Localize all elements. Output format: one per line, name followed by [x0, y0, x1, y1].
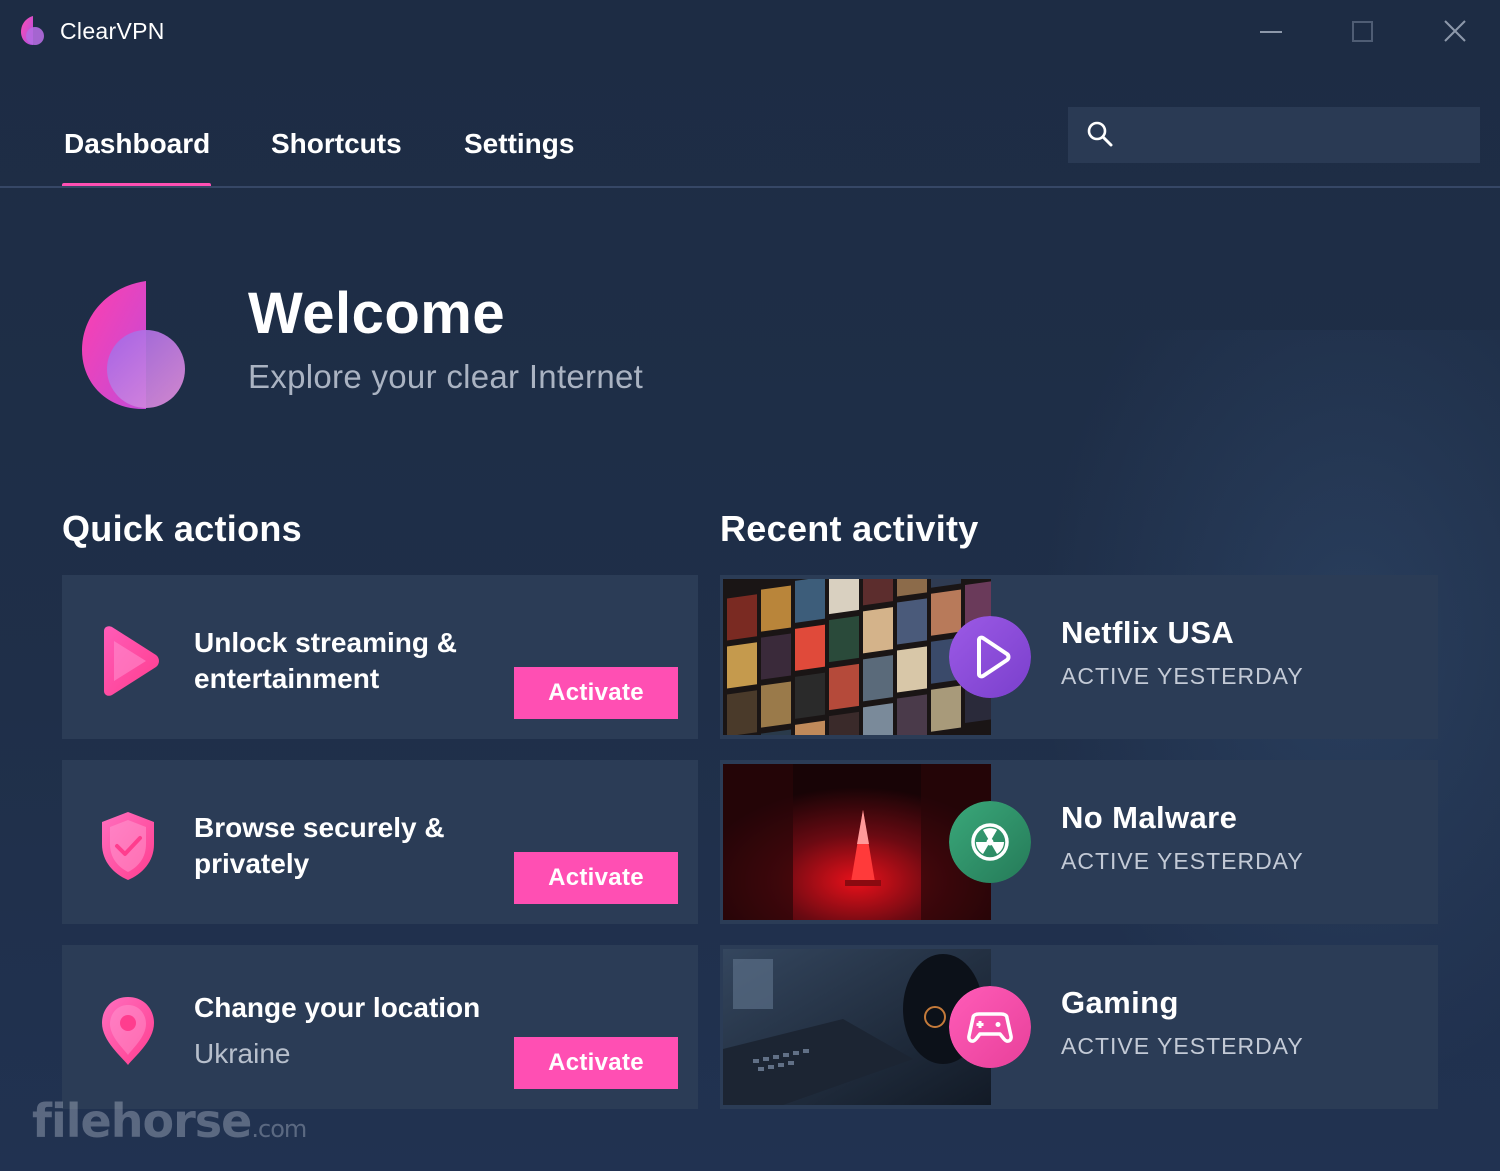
title-bar: ClearVPN [0, 0, 1500, 64]
watermark-text: filehorse [32, 1094, 252, 1148]
recent-activity-gaming[interactable]: Gaming ACTIVE YESTERDAY [720, 945, 1438, 1109]
filehorse-watermark: filehorse.com [32, 1094, 307, 1148]
quick-action-label: Unlock streaming & entertainment [194, 627, 457, 694]
play-icon [104, 626, 159, 696]
activate-streaming-button[interactable]: Activate [514, 667, 678, 719]
recent-activity-netflix[interactable]: Netflix USA ACTIVE YESTERDAY [720, 575, 1438, 739]
recent-activity-heading: Recent activity [720, 508, 979, 549]
location-pin-icon [102, 997, 154, 1065]
minimize-icon [1260, 31, 1282, 33]
activity-name: No Malware [1061, 800, 1238, 835]
nav-divider [0, 186, 1500, 188]
watermark-suffix: .com [251, 1115, 307, 1143]
close-icon [1444, 20, 1466, 42]
quick-actions-heading: Quick actions [62, 508, 302, 549]
welcome-title: Welcome [248, 281, 506, 346]
quick-action-label: Change your location [194, 992, 481, 1023]
quick-action-security: Browse securely & privately Activate [62, 760, 698, 924]
shield-check-icon [102, 812, 154, 880]
radiation-icon [949, 801, 1031, 883]
search-icon [1087, 121, 1113, 147]
maximize-button[interactable] [1340, 12, 1386, 52]
search-input[interactable] [1126, 107, 1466, 163]
activity-status: ACTIVE YESTERDAY [1061, 663, 1304, 689]
gamepad-icon [949, 986, 1031, 1068]
welcome-subtitle: Explore your clear Internet [248, 358, 644, 395]
activity-name: Netflix USA [1061, 615, 1235, 650]
tab-shortcuts[interactable]: Shortcuts [271, 128, 402, 188]
activity-status: ACTIVE YESTERDAY [1061, 848, 1304, 874]
app-window: ClearVPN Dashboard Shortcuts Settings We… [0, 0, 1500, 1171]
tab-dashboard[interactable]: Dashboard [64, 128, 210, 188]
minimize-button[interactable] [1248, 12, 1294, 52]
activate-security-button[interactable]: Activate [514, 852, 678, 904]
quick-action-location: Change your location Ukraine Activate [62, 945, 698, 1109]
welcome-logo-icon [82, 281, 185, 409]
play-icon [949, 616, 1031, 698]
activate-location-button[interactable]: Activate [514, 1037, 678, 1089]
current-location-label: Ukraine [194, 1038, 291, 1069]
app-title: ClearVPN [60, 18, 165, 44]
maximize-icon [1352, 21, 1373, 42]
close-button[interactable] [1432, 12, 1478, 52]
activity-name: Gaming [1061, 985, 1179, 1020]
clearvpn-logo-icon [21, 16, 44, 45]
activity-status: ACTIVE YESTERDAY [1061, 1033, 1304, 1059]
tab-settings[interactable]: Settings [464, 128, 574, 188]
quick-action-streaming: Unlock streaming & entertainment Activat… [62, 575, 698, 739]
recent-activity-no-malware[interactable]: No Malware ACTIVE YESTERDAY [720, 760, 1438, 924]
quick-action-label: Browse securely & privately [194, 812, 445, 879]
